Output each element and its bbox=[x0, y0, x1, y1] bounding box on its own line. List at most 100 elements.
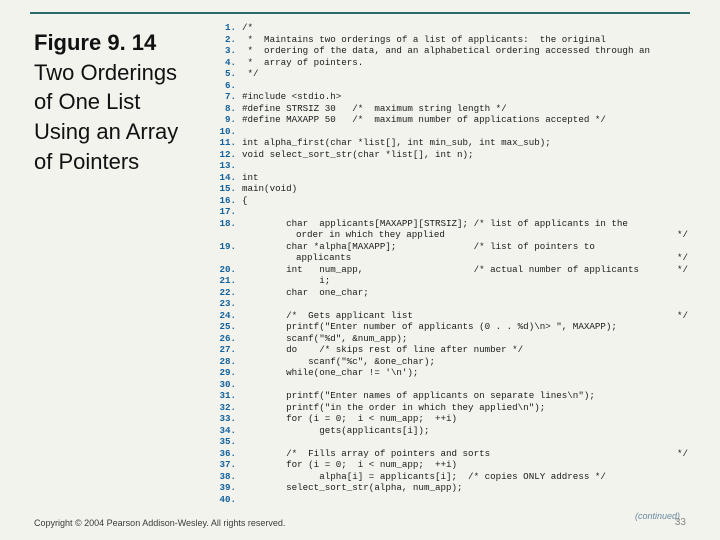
code-line: 9.#define MAXAPP 50 /* maximum number of… bbox=[214, 114, 688, 126]
figure-title: Figure 9. 14 Two Orderings of One List U… bbox=[34, 28, 224, 176]
code-line: 10. bbox=[214, 126, 688, 138]
line-number: 16. bbox=[214, 195, 236, 207]
code-text bbox=[242, 436, 688, 448]
code-text bbox=[242, 379, 688, 391]
code-line: 11.int alpha_first(char *list[], int min… bbox=[214, 137, 688, 149]
code-text: scanf("%d", &num_app); bbox=[242, 333, 688, 345]
code-line: 27. do /* skips rest of line after numbe… bbox=[214, 344, 688, 356]
right-comment: */ bbox=[677, 448, 688, 460]
right-comment: */ bbox=[677, 310, 688, 322]
right-comment: */ bbox=[677, 264, 688, 276]
continued-label: (continued) bbox=[635, 511, 680, 521]
line-number: 37. bbox=[214, 459, 236, 471]
right-comment: */ bbox=[677, 252, 688, 264]
code-line: 13. bbox=[214, 160, 688, 172]
line-number: 24. bbox=[214, 310, 236, 322]
code-text bbox=[242, 494, 688, 506]
right-comment: */ bbox=[677, 229, 688, 241]
line-number: 15. bbox=[214, 183, 236, 195]
line-number: 20. bbox=[214, 264, 236, 276]
line-number: 30. bbox=[214, 379, 236, 391]
line-number: 8. bbox=[214, 103, 236, 115]
code-text bbox=[242, 298, 688, 310]
line-number: 33. bbox=[214, 413, 236, 425]
title-line: Using an Array bbox=[34, 119, 178, 144]
code-line: 19. char *alpha[MAXAPP]; /* list of poin… bbox=[214, 241, 688, 253]
code-line: 31. printf("Enter names of applicants on… bbox=[214, 390, 688, 402]
code-line: 25. printf("Enter number of applicants (… bbox=[214, 321, 688, 333]
line-number: 35. bbox=[214, 436, 236, 448]
line-number: 34. bbox=[214, 425, 236, 437]
page-number: 33 bbox=[675, 517, 686, 528]
code-line: 33. for (i = 0; i < num_app; ++i) bbox=[214, 413, 688, 425]
code-line: 14. int bbox=[214, 172, 688, 184]
line-number: 39. bbox=[214, 482, 236, 494]
code-line: 34. gets(applicants[i]); bbox=[214, 425, 688, 437]
code-text: char *alpha[MAXAPP]; /* list of pointers… bbox=[242, 241, 688, 253]
figure-label: Figure 9. 14 bbox=[34, 30, 156, 55]
code-line: 23. bbox=[214, 298, 688, 310]
line-number: 9. bbox=[214, 114, 236, 126]
code-text: int num_app, /* actual number of applica… bbox=[242, 264, 677, 276]
line-number: 40. bbox=[214, 494, 236, 506]
code-text: while(one_char != '\n'); bbox=[242, 367, 688, 379]
line-number bbox=[214, 252, 236, 264]
line-number: 10. bbox=[214, 126, 236, 138]
code-text bbox=[242, 160, 688, 172]
line-number: 14. bbox=[214, 172, 236, 184]
code-line: 2. * Maintains two orderings of a list o… bbox=[214, 34, 688, 46]
line-number: 19. bbox=[214, 241, 236, 253]
code-text: void select_sort_str(char *list[], int n… bbox=[242, 149, 688, 161]
code-text: int bbox=[242, 172, 688, 184]
code-line: 3. * ordering of the data, and an alphab… bbox=[214, 45, 688, 57]
line-number: 2. bbox=[214, 34, 236, 46]
code-line: 32. printf("in the order in which they a… bbox=[214, 402, 688, 414]
code-line: 38. alpha[i] = applicants[i]; /* copies … bbox=[214, 471, 688, 483]
code-line: 22. char one_char; bbox=[214, 287, 688, 299]
code-text: applicants bbox=[242, 252, 677, 264]
code-text: char one_char; bbox=[242, 287, 688, 299]
code-line: 20. int num_app, /* actual number of app… bbox=[214, 264, 688, 276]
code-text: /* Gets applicant list bbox=[242, 310, 677, 322]
code-listing: 1./*2. * Maintains two orderings of a li… bbox=[214, 22, 688, 505]
line-number: 4. bbox=[214, 57, 236, 69]
copyright-text: Copyright © 2004 Pearson Addison-Wesley.… bbox=[34, 518, 285, 528]
code-line: 7.#include <stdio.h> bbox=[214, 91, 688, 103]
code-line: applicants*/ bbox=[214, 252, 688, 264]
code-line: 12. void select_sort_str(char *list[], in… bbox=[214, 149, 688, 161]
line-number: 13. bbox=[214, 160, 236, 172]
code-line: 35. bbox=[214, 436, 688, 448]
code-text: */ bbox=[242, 68, 688, 80]
code-line: 17. bbox=[214, 206, 688, 218]
code-text: for (i = 0; i < num_app; ++i) bbox=[242, 413, 688, 425]
line-number: 5. bbox=[214, 68, 236, 80]
line-number: 12. bbox=[214, 149, 236, 161]
code-text: printf("in the order in which they appli… bbox=[242, 402, 688, 414]
line-number: 3. bbox=[214, 45, 236, 57]
code-text: i; bbox=[242, 275, 688, 287]
code-text: #define STRSIZ 30 /* maximum string leng… bbox=[242, 103, 688, 115]
code-text bbox=[242, 126, 688, 138]
code-text: order in which they applied bbox=[242, 229, 677, 241]
code-line: 1./* bbox=[214, 22, 688, 34]
code-line: 6. bbox=[214, 80, 688, 92]
code-text: char applicants[MAXAPP][STRSIZ]; /* list… bbox=[242, 218, 688, 230]
line-number: 17. bbox=[214, 206, 236, 218]
code-line: 8. #define STRSIZ 30 /* maximum string le… bbox=[214, 103, 688, 115]
line-number: 27. bbox=[214, 344, 236, 356]
line-number: 6. bbox=[214, 80, 236, 92]
code-line: 36. /* Fills array of pointers and sorts… bbox=[214, 448, 688, 460]
code-line: 29. while(one_char != '\n'); bbox=[214, 367, 688, 379]
line-number: 31. bbox=[214, 390, 236, 402]
code-text: * array of pointers. bbox=[242, 57, 688, 69]
line-number: 32. bbox=[214, 402, 236, 414]
code-line: 30. bbox=[214, 379, 688, 391]
code-line: 21. i; bbox=[214, 275, 688, 287]
line-number: 25. bbox=[214, 321, 236, 333]
line-number: 22. bbox=[214, 287, 236, 299]
code-text: main(void) bbox=[242, 183, 688, 195]
code-text: int alpha_first(char *list[], int min_su… bbox=[242, 137, 688, 149]
code-text: #include <stdio.h> bbox=[242, 91, 688, 103]
code-line: 5. */ bbox=[214, 68, 688, 80]
code-line: order in which they applied*/ bbox=[214, 229, 688, 241]
